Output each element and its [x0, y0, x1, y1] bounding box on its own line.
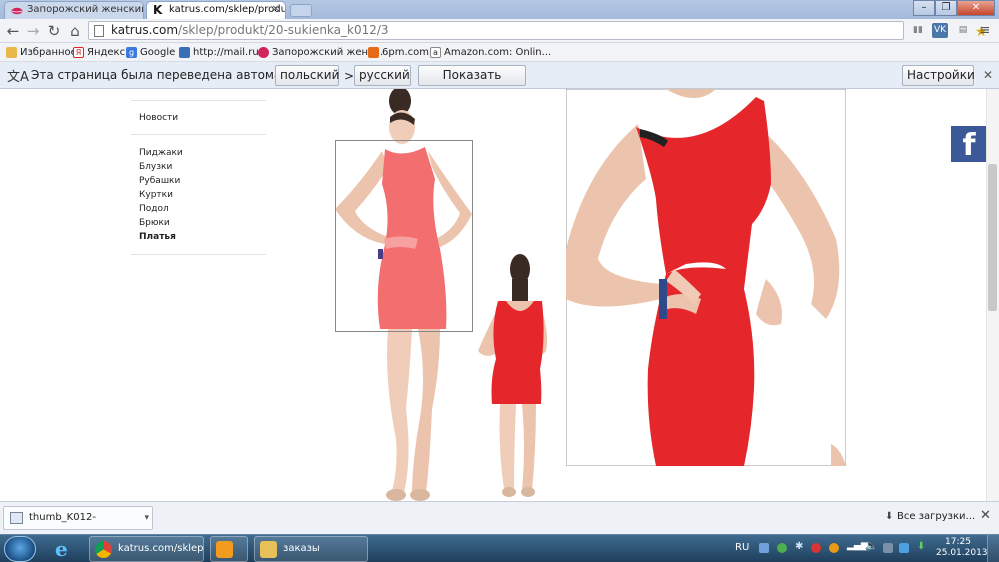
tab-zaporozhsky[interactable]: Запорожский женский о	[4, 1, 144, 19]
scrollbar-thumb[interactable]	[988, 164, 997, 311]
clock[interactable]: 17:25 25.01.2013	[936, 537, 988, 559]
home-icon[interactable]: ⌂	[66, 22, 84, 40]
category-blouses[interactable]: Блузки	[139, 162, 172, 172]
bookmark-yandex[interactable]: Я Яндекс	[73, 45, 125, 60]
windows-taskbar: e katrus.com/sklep... заказы RU ✱ ▂▄▆ 🔈 …	[0, 534, 999, 562]
zoom-lens-box[interactable]	[335, 140, 473, 332]
clock-date: 25.01.2013	[936, 548, 988, 558]
download-bar: thumb_K012-czerwo....jpg ▾ ⬇ Все загрузк…	[0, 501, 999, 545]
yandex-icon: Я	[73, 47, 84, 58]
source-language-dropdown[interactable]: польский ▾	[275, 65, 339, 101]
browser-window: Запорожский женский о K katrus.com/sklep…	[0, 0, 999, 562]
close-download-bar-icon[interactable]: ✕	[980, 508, 991, 523]
amazon-icon: a	[430, 47, 441, 58]
katrus-k-icon: K	[153, 3, 163, 17]
network-signal-icon[interactable]: ▂▄▆	[847, 541, 868, 551]
forward-arrow-icon[interactable]: →	[24, 22, 42, 40]
bookmark-mailru[interactable]: http://mail.ru/	[179, 45, 262, 60]
translate-bar: 文A Эта страница была переведена автомати…	[0, 62, 999, 101]
globe-icon	[179, 47, 190, 58]
folder-icon	[260, 541, 277, 558]
category-skirts[interactable]: Подол	[139, 204, 169, 214]
address-bar[interactable]: katrus.com/sklep/produkt/20-sukienka_k01…	[88, 21, 988, 40]
category-trousers[interactable]: Брюки	[139, 218, 170, 228]
translate-icon: 文A	[7, 70, 29, 85]
download-menu-arrow-icon[interactable]: ▾	[144, 507, 149, 529]
tab-katrus[interactable]: K katrus.com/sklep/produkt/ ✕	[146, 1, 286, 19]
download-arrow-icon: ⬇	[885, 511, 894, 522]
image-file-icon	[10, 512, 23, 524]
bookmark-6pm[interactable]: 6pm.com	[368, 45, 429, 60]
page-icon	[94, 25, 104, 37]
folder-icon	[6, 47, 17, 58]
task-orders-folder[interactable]: заказы	[254, 536, 368, 562]
download-item[interactable]: thumb_K012-czerwo....jpg ▾	[3, 506, 153, 545]
category-jackets[interactable]: Пиджаки	[139, 148, 183, 158]
tab-label: Запорожский женский о	[27, 4, 144, 15]
reload-icon[interactable]: ↻	[45, 22, 63, 40]
show-desktop-button[interactable]	[987, 535, 999, 562]
extension-icon[interactable]: ▤	[955, 23, 971, 38]
task-media-player[interactable]	[210, 536, 248, 562]
category-dresses[interactable]: Платья	[139, 232, 176, 242]
product-photo-zoomed[interactable]	[566, 89, 846, 466]
google-icon: g	[126, 47, 137, 58]
tray-monitor-icon[interactable]	[883, 543, 893, 553]
category-shirts[interactable]: Рубашки	[139, 176, 180, 186]
page-content: Новости Пиджаки Блузки Рубашки Куртки По…	[0, 89, 999, 501]
divider	[131, 254, 266, 255]
clock-time: 17:25	[945, 537, 971, 547]
url-domain: katrus.com	[111, 23, 179, 37]
close-window-button[interactable]: ✕	[957, 0, 995, 16]
tab-strip: Запорожский женский о K katrus.com/sklep…	[0, 0, 999, 19]
start-button[interactable]	[4, 536, 36, 562]
tray-red-icon[interactable]	[811, 543, 821, 553]
close-translate-icon[interactable]: ✕	[983, 68, 993, 82]
lips-icon	[11, 7, 23, 15]
url-path: /sklep/produkt/20-sukienka_k012/3	[178, 23, 389, 37]
ie-icon[interactable]: e	[46, 536, 82, 562]
all-downloads-link[interactable]: Все загрузки...	[897, 511, 975, 522]
signal-bars-icon[interactable]: ▮▮	[910, 23, 926, 38]
facebook-icon[interactable]: f	[951, 126, 987, 163]
media-player-icon	[216, 541, 233, 558]
tray-chrome-icon[interactable]	[777, 543, 787, 553]
tray-app-icon[interactable]	[759, 543, 769, 553]
divider	[131, 100, 266, 101]
minimize-button[interactable]: –	[913, 0, 935, 16]
lips-icon	[258, 47, 269, 58]
tray-download-icon[interactable]: ⬇	[917, 541, 927, 552]
6pm-icon	[368, 47, 379, 58]
browser-toolbar: ← → ↻ ⌂ katrus.com/sklep/produkt/20-suki…	[0, 19, 999, 43]
translate-settings-button[interactable]: Настройки ▾	[902, 65, 975, 101]
target-language-dropdown[interactable]: русский ▾	[354, 65, 411, 101]
tab-label: katrus.com/sklep/produkt/	[169, 4, 285, 15]
window-controls: – ❐ ✕	[913, 0, 995, 17]
bookmarks-bar: Избранное Я Яндекс g Google http://mail.ru…	[0, 43, 999, 62]
bookmark-zaporozhsky[interactable]: Запорожский женс...	[258, 45, 383, 60]
language-indicator[interactable]: RU	[735, 542, 749, 553]
bookmark-favorites[interactable]: Избранное	[6, 45, 77, 60]
divider	[131, 134, 266, 135]
tray-orange-icon[interactable]	[829, 543, 839, 553]
show-original-button[interactable]: Показать оригинал	[418, 65, 526, 101]
back-arrow-icon[interactable]: ←	[4, 22, 22, 40]
wrench-menu-icon[interactable]: ≡	[977, 23, 993, 38]
bookmark-google[interactable]: g Google	[126, 45, 175, 60]
internet-explorer-icon: e	[55, 537, 68, 561]
vk-icon[interactable]: VK	[932, 23, 948, 38]
close-tab-icon[interactable]: ✕	[272, 4, 280, 15]
volume-icon[interactable]: 🔈	[865, 541, 877, 552]
chrome-icon	[95, 541, 112, 558]
language-separator: >	[344, 69, 355, 83]
new-tab-button[interactable]	[290, 4, 312, 17]
maximize-button[interactable]: ❐	[935, 0, 957, 16]
task-chrome[interactable]: katrus.com/sklep...	[89, 536, 204, 562]
tray-network-icon[interactable]	[899, 543, 909, 553]
menu-news[interactable]: Новости	[139, 113, 178, 123]
category-coats[interactable]: Куртки	[139, 190, 173, 200]
bluetooth-icon[interactable]: ✱	[795, 541, 805, 552]
bookmark-amazon[interactable]: a Amazon.com: Onlin...	[430, 45, 551, 60]
